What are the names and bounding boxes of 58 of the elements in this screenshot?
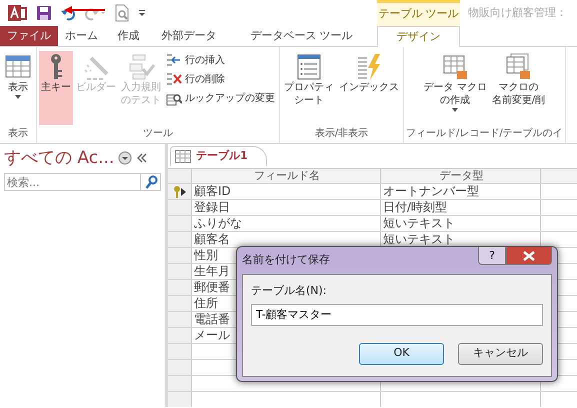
ribbon-button[interactable]: データ マクロ の作成 bbox=[422, 51, 489, 125]
ribbon-tab[interactable]: データベース ツール bbox=[226, 26, 377, 46]
dialog-button[interactable]: キャンセル bbox=[458, 342, 543, 364]
window-title: 物販向け顧客管理： bbox=[467, 4, 567, 21]
search-icon bbox=[144, 175, 158, 189]
group-label: 表示/非表示 bbox=[314, 127, 370, 141]
ribbon-tab[interactable]: デザイン bbox=[377, 26, 460, 47]
input-field[interactable]: T-顧客マスター bbox=[251, 304, 543, 326]
ribbon-small-button[interactable]: 行の挿入 bbox=[164, 53, 277, 68]
print-preview-icon[interactable] bbox=[114, 4, 130, 22]
close-button[interactable] bbox=[506, 247, 552, 265]
search-field[interactable]: 検索... bbox=[4, 173, 141, 191]
annotation-arrow bbox=[64, 5, 106, 15]
table-icon bbox=[175, 150, 191, 163]
dialog-button[interactable]: OK bbox=[359, 342, 444, 364]
ribbon-tab[interactable]: 外部データ bbox=[152, 26, 226, 46]
group-label: フィールド/レコード/テーブルのイ bbox=[406, 127, 563, 141]
ribbon-tab[interactable]: ファイル bbox=[0, 26, 58, 46]
delete-rows-icon bbox=[166, 72, 182, 87]
table-cell: ふりがな bbox=[192, 216, 381, 231]
help-button[interactable]: ? bbox=[478, 247, 506, 265]
insert-rows-icon bbox=[166, 53, 182, 68]
contextual-tab-group-label: テーブル ツール bbox=[377, 0, 460, 26]
column-header: データ型 bbox=[381, 169, 541, 183]
ribbon-button[interactable]: インデックス bbox=[337, 51, 401, 125]
group-label: ツール bbox=[142, 127, 174, 141]
data-macro-icon bbox=[441, 53, 470, 81]
ribbon-small-button[interactable]: ルックアップの変更 bbox=[164, 91, 277, 106]
save-icon[interactable] bbox=[36, 5, 52, 21]
table-cell: オートナンバー型 bbox=[381, 184, 541, 199]
ribbon-button[interactable]: マクロの 名前変更/削 bbox=[490, 51, 548, 125]
ribbon-tab[interactable]: ホーム bbox=[58, 26, 105, 46]
dropdown-circle-icon[interactable] bbox=[118, 151, 132, 165]
current-row-icon bbox=[181, 188, 186, 196]
table-cell: 日付/時刻型 bbox=[381, 200, 541, 215]
table-cell: 短いテキスト bbox=[381, 216, 541, 231]
group-label: 表示 bbox=[7, 127, 29, 141]
table-cell: 顧客ID bbox=[192, 184, 381, 199]
rename-macro-icon bbox=[504, 53, 532, 81]
ribbon-button[interactable]: 表示 bbox=[2, 51, 34, 125]
key-icon bbox=[173, 186, 181, 198]
collapse-icon[interactable] bbox=[136, 152, 148, 164]
app-logo-icon[interactable] bbox=[8, 4, 28, 22]
row-selector[interactable] bbox=[168, 184, 192, 199]
validation-rules-icon bbox=[127, 53, 155, 81]
property-sheet-icon bbox=[295, 53, 323, 81]
customize-caret-icon[interactable] bbox=[138, 9, 146, 17]
lightning-icon bbox=[355, 53, 383, 81]
ribbon-tab[interactable]: 作成 bbox=[105, 26, 152, 46]
ribbon-button[interactable]: 主キー bbox=[39, 51, 73, 125]
close-icon bbox=[523, 250, 535, 260]
table-cell: 登録日 bbox=[192, 200, 381, 215]
ribbon-small-button[interactable]: 行の削除 bbox=[164, 72, 277, 87]
nav-pane-title[interactable]: すべての Ac... bbox=[4, 146, 114, 170]
search-button[interactable] bbox=[141, 173, 161, 191]
document-tab[interactable]: テーブル1 bbox=[170, 146, 267, 166]
column-header: フィールド名 bbox=[192, 169, 381, 183]
ribbon-button[interactable]: プロパティ シート bbox=[282, 51, 336, 125]
